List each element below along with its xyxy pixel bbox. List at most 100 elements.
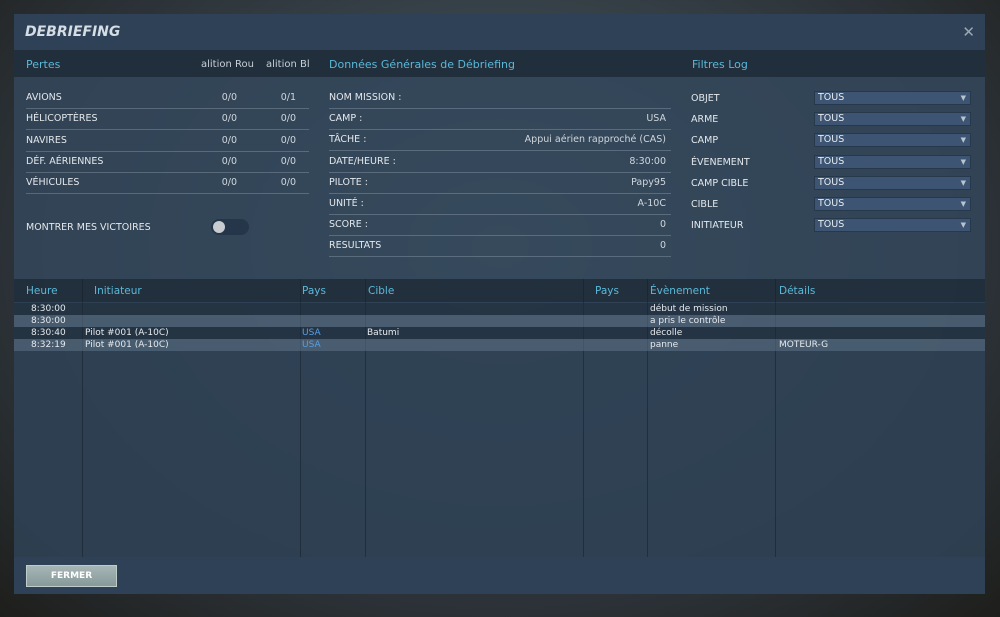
log-cell: a pris le contrôle xyxy=(650,316,726,326)
row-divider xyxy=(329,150,671,152)
loss-label: VÉHICULES xyxy=(26,177,80,189)
row-divider xyxy=(329,235,671,237)
loss-blue: 0/0 xyxy=(280,155,296,167)
loss-label: HÉLICOPTÈRES xyxy=(26,113,98,125)
row-divider xyxy=(26,150,309,152)
row-divider xyxy=(329,192,671,194)
loss-blue: 0/0 xyxy=(280,134,296,146)
toggle-knob xyxy=(213,221,225,233)
col-red-coalition: alition Rou xyxy=(201,59,254,70)
dialog-title: DEBRIEFING xyxy=(25,24,121,40)
row-divider xyxy=(329,129,671,131)
show-victories-label: MONTRER MES VICTOIRES xyxy=(26,222,151,233)
general-label: CAMP : xyxy=(329,113,363,125)
chevron-down-icon: ▼ xyxy=(960,157,966,166)
filter-label: OBJET xyxy=(691,93,720,104)
log-column-header[interactable]: Heure xyxy=(26,285,58,297)
filter-value: TOUS xyxy=(818,176,845,188)
filter-select[interactable]: TOUS ▼ xyxy=(814,133,971,148)
filter-select[interactable]: TOUS ▼ xyxy=(814,112,971,127)
general-label: RESULTATS xyxy=(329,240,382,252)
filter-select[interactable]: TOUS ▼ xyxy=(814,175,971,190)
log-cell: 8:30:00 xyxy=(31,304,66,314)
losses-header: Pertes xyxy=(26,58,61,71)
general-value: Appui aérien rapproché (CAS) xyxy=(524,134,666,146)
general-value: Papy95 xyxy=(631,176,666,188)
row-divider xyxy=(26,108,309,109)
log-cell: début de mission xyxy=(650,304,728,314)
row-divider xyxy=(329,108,671,109)
loss-red: 0/0 xyxy=(221,134,237,146)
general-label: NOM MISSION : xyxy=(329,92,402,103)
general-value: USA xyxy=(646,113,666,125)
filter-select[interactable]: TOUS ▼ xyxy=(814,91,971,105)
filter-label: ÉVENEMENT xyxy=(691,156,750,168)
filter-label: CIBLE xyxy=(691,199,719,210)
log-column-header[interactable]: Évènement xyxy=(650,285,710,297)
general-label: SCORE : xyxy=(329,219,368,231)
filter-value: TOUS xyxy=(818,155,845,167)
log-row: 8:32:19 Pilot #001 (A-10C) USA panne MOTEUR-… xyxy=(14,339,985,351)
log-cell: 8:30:00 xyxy=(31,316,66,326)
general-value: 0 xyxy=(659,219,666,231)
filters-header: Filtres Log xyxy=(692,58,748,71)
debriefing-dialog: DEBRIEFING ✕ Pertes alition Rou alition … xyxy=(14,14,985,594)
general-value: A-10C xyxy=(637,198,666,209)
log-cell: USA xyxy=(302,328,321,338)
log-cell: USA xyxy=(302,340,321,350)
general-header: Données Générales de Débriefing xyxy=(329,58,515,71)
log-cell: Pilot #001 (A-10C) xyxy=(85,328,169,338)
log-column-header[interactable]: Détails xyxy=(779,285,815,297)
col-blue-coalition: alition Bl xyxy=(266,59,310,70)
filter-select[interactable]: TOUS ▼ xyxy=(814,218,971,233)
log-cell: MOTEUR-G xyxy=(779,340,829,350)
general-label: DATE/HEURE : xyxy=(329,155,396,167)
dialog-footer: FERMER xyxy=(14,557,985,594)
chevron-down-icon: ▼ xyxy=(960,200,966,208)
loss-red: 0/0 xyxy=(221,177,237,189)
close-button[interactable]: FERMER xyxy=(26,565,117,587)
general-value: 0 xyxy=(659,240,666,252)
filter-value: TOUS xyxy=(818,113,845,125)
log-column-header[interactable]: Initiateur xyxy=(94,285,142,297)
log-column-header[interactable]: Cible xyxy=(368,285,394,297)
row-divider xyxy=(329,214,671,215)
log-column-header[interactable]: Pays xyxy=(595,285,619,297)
log-row: 8:30:00 début de mission xyxy=(14,303,985,315)
log-cell: Pilot #001 (A-10C) xyxy=(85,340,169,350)
log-cell: 8:30:40 xyxy=(31,328,66,338)
loss-red: 0/0 xyxy=(221,92,237,103)
loss-blue: 0/1 xyxy=(280,92,296,103)
log-cell: décolle xyxy=(650,328,683,338)
log-column-header[interactable]: Pays xyxy=(302,285,326,297)
filter-label: CAMP CIBLE xyxy=(691,177,749,189)
filter-select[interactable]: TOUS ▼ xyxy=(814,197,971,211)
filter-value: TOUS xyxy=(818,219,845,231)
general-value: 8:30:00 xyxy=(629,155,666,167)
filter-select[interactable]: TOUS ▼ xyxy=(814,154,971,169)
loss-label: DÉF. AÉRIENNES xyxy=(26,155,104,167)
filter-value: TOUS xyxy=(818,134,845,146)
chevron-down-icon: ▼ xyxy=(960,221,966,230)
row-divider xyxy=(329,256,671,258)
filter-label: ARME xyxy=(691,114,719,126)
show-victories-toggle[interactable] xyxy=(211,219,249,235)
general-label: UNITÉ : xyxy=(329,198,364,209)
loss-red: 0/0 xyxy=(221,113,237,125)
log-cell: 8:32:19 xyxy=(31,340,66,350)
filter-label: INITIATEUR xyxy=(691,220,744,232)
filter-value: TOUS xyxy=(818,198,845,209)
chevron-down-icon: ▼ xyxy=(960,115,966,124)
loss-red: 0/0 xyxy=(221,155,237,167)
log-cell: Batumi xyxy=(367,328,400,338)
loss-blue: 0/0 xyxy=(280,177,296,189)
row-divider xyxy=(329,171,671,173)
close-icon[interactable]: ✕ xyxy=(962,23,975,41)
general-label: TÂCHE : xyxy=(329,134,367,146)
log-cell: panne xyxy=(650,340,679,350)
log-header xyxy=(14,279,985,302)
log-row: 8:30:40 Pilot #001 (A-10C) USA Batumi décoll… xyxy=(14,327,985,339)
loss-blue: 0/0 xyxy=(280,113,296,125)
loss-label: AVIONS xyxy=(26,92,62,103)
row-divider xyxy=(26,171,309,173)
